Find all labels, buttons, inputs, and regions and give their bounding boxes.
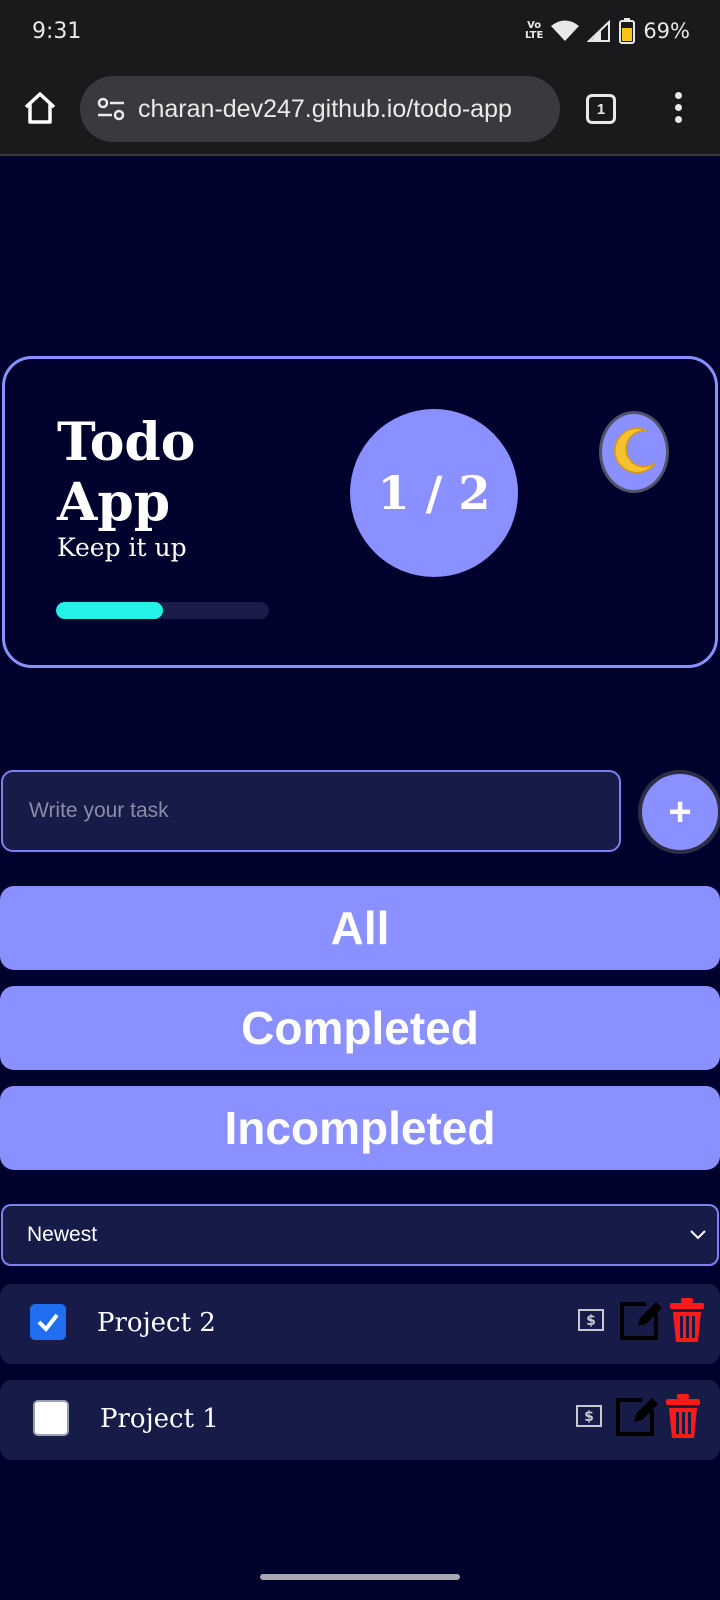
status-time: 9:31 <box>32 18 82 44</box>
progress-bar <box>56 602 269 619</box>
app-title: Todo App <box>57 412 196 533</box>
browser-toolbar: charan-dev247.github.io/todo-app 1 <box>0 62 720 156</box>
moon-icon <box>614 427 656 474</box>
volte-bottom: LTE <box>524 30 544 41</box>
tab-count: 1 <box>596 100 606 118</box>
todo-checkbox[interactable] <box>30 1304 66 1340</box>
home-icon[interactable] <box>22 90 58 126</box>
volte-icon: Vo LTE <box>525 21 543 41</box>
sort-selected-value: Newest <box>27 1223 98 1246</box>
add-task-button[interactable]: + <box>638 770 720 854</box>
task-count: 1 / 2 <box>377 466 491 520</box>
money-icon[interactable]: $ <box>578 1308 604 1332</box>
url-text: charan-dev247.github.io/todo-app <box>138 94 512 123</box>
svg-text:$: $ <box>586 1313 596 1329</box>
status-icons: Vo LTE 69% <box>525 18 690 44</box>
filter-all-button[interactable]: All <box>0 886 720 970</box>
svg-text:$: $ <box>584 1409 594 1425</box>
edit-icon[interactable] <box>614 1394 658 1438</box>
trash-icon[interactable] <box>670 1298 704 1344</box>
progress-fill <box>56 602 163 619</box>
status-bar: 9:31 Vo LTE 69% <box>0 0 720 62</box>
site-settings-icon[interactable] <box>94 92 128 126</box>
filter-completed-button[interactable]: Completed <box>0 986 720 1070</box>
todo-label: Project 1 <box>100 1404 219 1434</box>
trash-icon[interactable] <box>666 1394 700 1440</box>
theme-toggle-button[interactable] <box>599 411 669 493</box>
money-icon[interactable]: $ <box>576 1404 602 1428</box>
todo-item: Project 2 $ <box>0 1284 720 1364</box>
url-bar[interactable]: charan-dev247.github.io/todo-app <box>80 76 560 142</box>
home-indicator[interactable] <box>260 1574 460 1580</box>
task-count-circle: 1 / 2 <box>350 409 518 577</box>
tabs-icon[interactable]: 1 <box>586 94 616 124</box>
edit-icon[interactable] <box>618 1298 662 1342</box>
app-subtitle: Keep it up <box>57 533 187 562</box>
hero-card: Todo App Keep it up 1 / 2 <box>2 356 718 668</box>
wifi-icon <box>551 20 580 41</box>
todo-item: Project 1 $ <box>0 1380 720 1460</box>
chevron-down-icon <box>690 1230 706 1240</box>
filter-completed-label: Completed <box>241 1002 479 1054</box>
todo-checkbox[interactable] <box>33 1400 69 1436</box>
signal-icon <box>587 20 611 42</box>
add-icon: + <box>668 789 692 834</box>
filter-incompleted-button[interactable]: Incompleted <box>0 1086 720 1170</box>
filter-all-label: All <box>330 902 390 954</box>
todo-label: Project 2 <box>97 1308 216 1338</box>
battery-percent: 69% <box>643 19 690 43</box>
battery-icon <box>619 18 636 44</box>
overflow-menu-icon[interactable] <box>668 92 688 126</box>
sort-select[interactable]: Newest <box>1 1204 719 1266</box>
task-input[interactable] <box>1 770 621 852</box>
filter-incompleted-label: Incompleted <box>224 1102 496 1154</box>
check-icon <box>37 1313 59 1333</box>
